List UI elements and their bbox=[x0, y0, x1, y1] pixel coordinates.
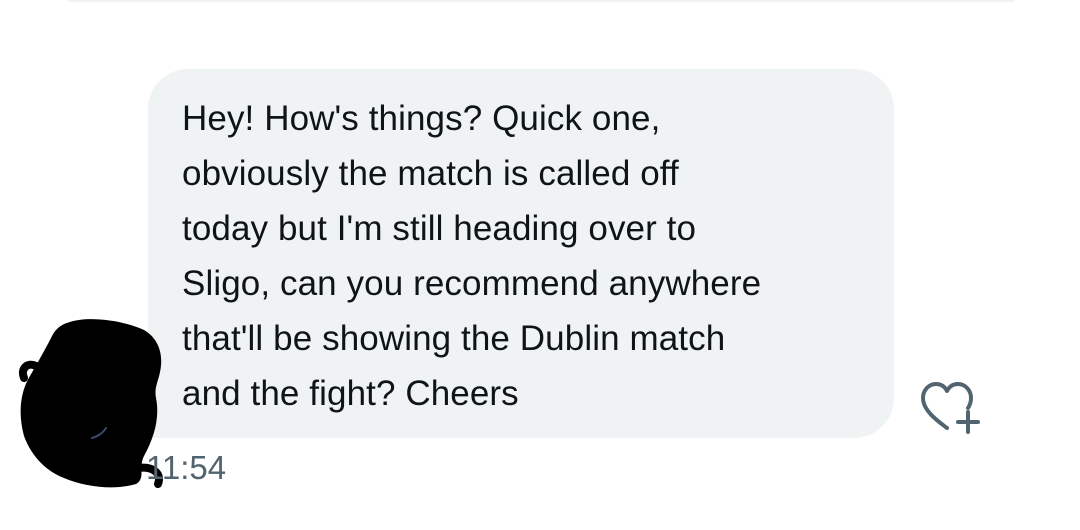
top-divider bbox=[68, 0, 1014, 2]
message-text: Hey! How's things? Quick one, obviously … bbox=[182, 99, 762, 413]
add-reaction-button[interactable] bbox=[917, 378, 985, 438]
heart-plus-icon bbox=[921, 382, 980, 434]
redacted-avatar bbox=[19, 319, 163, 488]
message-timestamp: 11:54 bbox=[146, 449, 227, 486]
dm-conversation: Hey! How's things? Quick one, obviously … bbox=[0, 0, 1080, 530]
message-bubble[interactable]: Hey! How's things? Quick one, obviously … bbox=[148, 69, 894, 438]
avatar[interactable] bbox=[18, 318, 164, 488]
